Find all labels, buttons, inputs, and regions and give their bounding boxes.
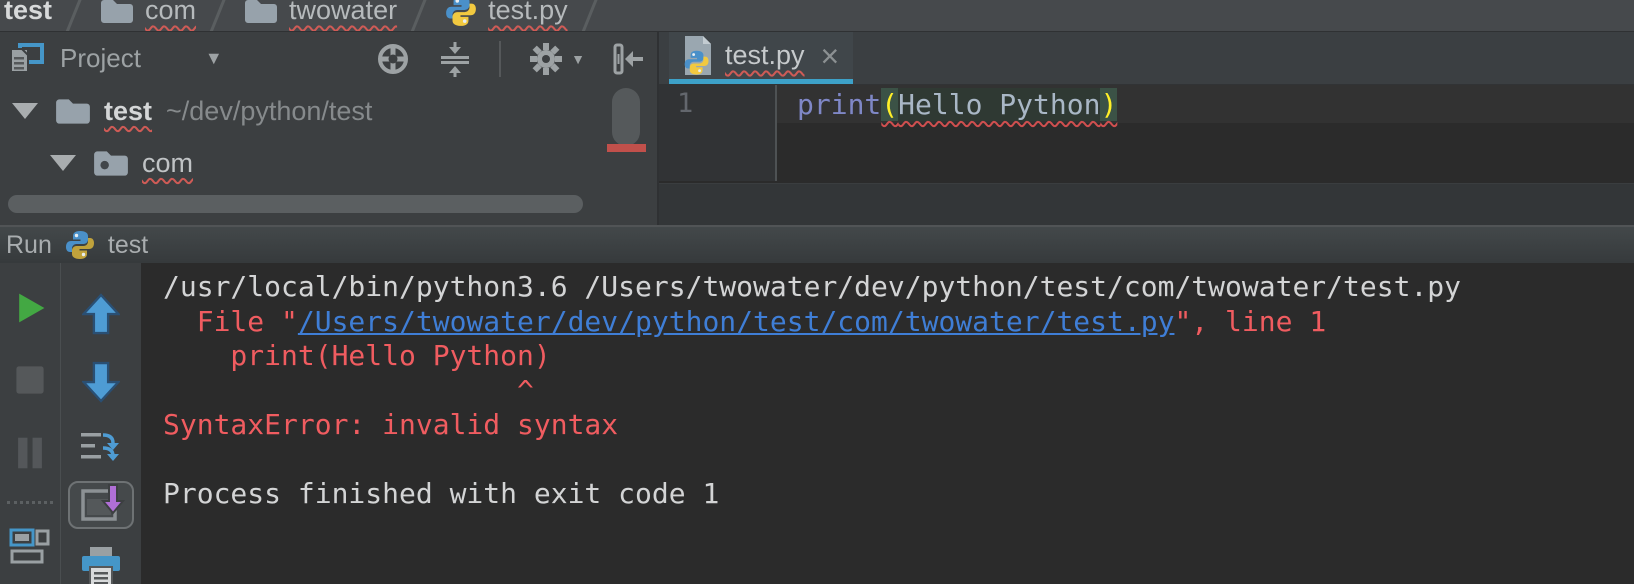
- breadcrumb-label[interactable]: test: [4, 0, 52, 26]
- restore-layout-button[interactable]: [9, 526, 51, 566]
- editor-bottom-strip: [659, 183, 1634, 225]
- down-stack-trace-button[interactable]: [82, 361, 120, 403]
- editor-pane: test.py × 1 print(Hello Python): [659, 32, 1634, 225]
- tab-label[interactable]: test.py: [725, 40, 805, 71]
- project-tree: test ~/dev/python/test com: [0, 85, 657, 225]
- breadcrumb-item-com[interactable]: com: [99, 0, 196, 26]
- project-tool-window: Project ▼: [0, 32, 659, 225]
- print-button[interactable]: [78, 545, 124, 584]
- breadcrumb-item-test[interactable]: test: [4, 0, 52, 26]
- package-folder-icon: [92, 147, 130, 179]
- collapse-all-button[interactable]: [437, 41, 473, 77]
- code-area[interactable]: print(Hello Python): [777, 85, 1634, 181]
- run-actions-toolbar: [0, 263, 61, 584]
- close-paren: ): [1100, 88, 1117, 121]
- editor[interactable]: 1 print(Hello Python): [659, 85, 1634, 181]
- console-line-traceback: File "/Users/twowater/dev/python/test/co…: [163, 305, 1634, 340]
- console-line-blank: [163, 443, 1634, 478]
- console-toolbar: [61, 263, 141, 584]
- tab-testpy[interactable]: test.py ×: [669, 32, 853, 84]
- project-tool-icon: [8, 42, 46, 76]
- console-line-caret: ^: [163, 374, 1634, 409]
- soft-wrap-button[interactable]: [79, 427, 123, 467]
- folder-icon: [54, 95, 92, 127]
- console-line-exit: Process finished with exit code 1: [163, 477, 1634, 512]
- open-paren: (: [881, 88, 898, 121]
- run-console[interactable]: /usr/local/bin/python3.6 /Users/twowater…: [141, 263, 1634, 584]
- chevron-down-icon[interactable]: ▼: [205, 48, 223, 69]
- breadcrumb: test com twowater: [0, 0, 1634, 32]
- project-panel-header: Project ▼: [0, 32, 657, 85]
- up-stack-trace-button[interactable]: [82, 293, 120, 335]
- console-line-source: print(Hello Python): [163, 339, 1634, 374]
- project-panel-title[interactable]: Project: [60, 43, 141, 74]
- breadcrumb-separator: [64, 0, 86, 32]
- python-icon: [64, 229, 96, 261]
- breadcrumb-label[interactable]: com: [145, 0, 196, 26]
- expand-arrow-icon[interactable]: [12, 103, 38, 119]
- tree-item-name[interactable]: com: [142, 148, 193, 179]
- hide-panel-button[interactable]: [611, 41, 645, 77]
- traceback-line-suffix: ", line 1: [1174, 305, 1326, 338]
- run-panel-header[interactable]: Run test: [0, 227, 1634, 263]
- code-keyword: print: [797, 88, 881, 121]
- close-icon[interactable]: ×: [821, 40, 840, 72]
- breadcrumb-item-twowater[interactable]: twowater: [243, 0, 397, 26]
- tree-row-com[interactable]: com: [0, 137, 657, 189]
- pause-output-button[interactable]: [13, 435, 47, 471]
- chevron-down-icon: ▼: [571, 51, 585, 67]
- error-stripe-mark[interactable]: [607, 144, 646, 152]
- toolbar-separator: [7, 501, 53, 504]
- console-line-error: SyntaxError: invalid syntax: [163, 408, 1634, 443]
- line-number: 1: [677, 88, 693, 119]
- breadcrumb-item-testpy[interactable]: test.py: [444, 0, 568, 28]
- run-configuration-name: test: [108, 231, 148, 260]
- editor-gutter[interactable]: 1: [659, 85, 777, 181]
- breadcrumb-label[interactable]: twowater: [289, 0, 397, 26]
- expand-arrow-icon[interactable]: [50, 155, 76, 171]
- scroll-to-end-button[interactable]: [68, 481, 134, 529]
- pycharm-window: test com twowater: [0, 0, 1634, 584]
- breadcrumb-separator: [580, 0, 602, 32]
- python-file-icon: [679, 35, 715, 77]
- rerun-button[interactable]: [12, 289, 48, 327]
- traceback-file-link[interactable]: /Users/twowater/dev/python/test/com/twow…: [298, 305, 1175, 338]
- locate-file-button[interactable]: [375, 41, 411, 77]
- tree-row-test[interactable]: test ~/dev/python/test: [0, 85, 657, 137]
- python-icon: [444, 0, 478, 28]
- tree-item-name[interactable]: test: [104, 96, 152, 127]
- stop-button[interactable]: [13, 363, 47, 397]
- horizontal-scrollbar[interactable]: [8, 195, 583, 213]
- tree-item-path: ~/dev/python/test: [166, 96, 372, 127]
- vertical-scrollbar[interactable]: [612, 88, 640, 146]
- console-line-command: /usr/local/bin/python3.6 /Users/twowater…: [163, 270, 1634, 305]
- traceback-file-prefix: File ": [163, 305, 298, 338]
- run-panel-title: Run: [6, 231, 52, 260]
- breadcrumb-separator: [409, 0, 431, 32]
- folder-icon: [243, 0, 279, 26]
- editor-tab-bar: test.py ×: [659, 32, 1634, 85]
- run-tool-window: Run test: [0, 225, 1634, 584]
- breadcrumb-label[interactable]: test.py: [488, 0, 568, 26]
- code-line-1[interactable]: print(Hello Python): [777, 85, 1634, 123]
- toolbar-divider: [499, 41, 501, 77]
- folder-icon: [99, 0, 135, 26]
- code-argument: Hello Python: [898, 88, 1100, 121]
- settings-gear-button[interactable]: ▼: [527, 40, 585, 78]
- breadcrumb-separator: [208, 0, 230, 32]
